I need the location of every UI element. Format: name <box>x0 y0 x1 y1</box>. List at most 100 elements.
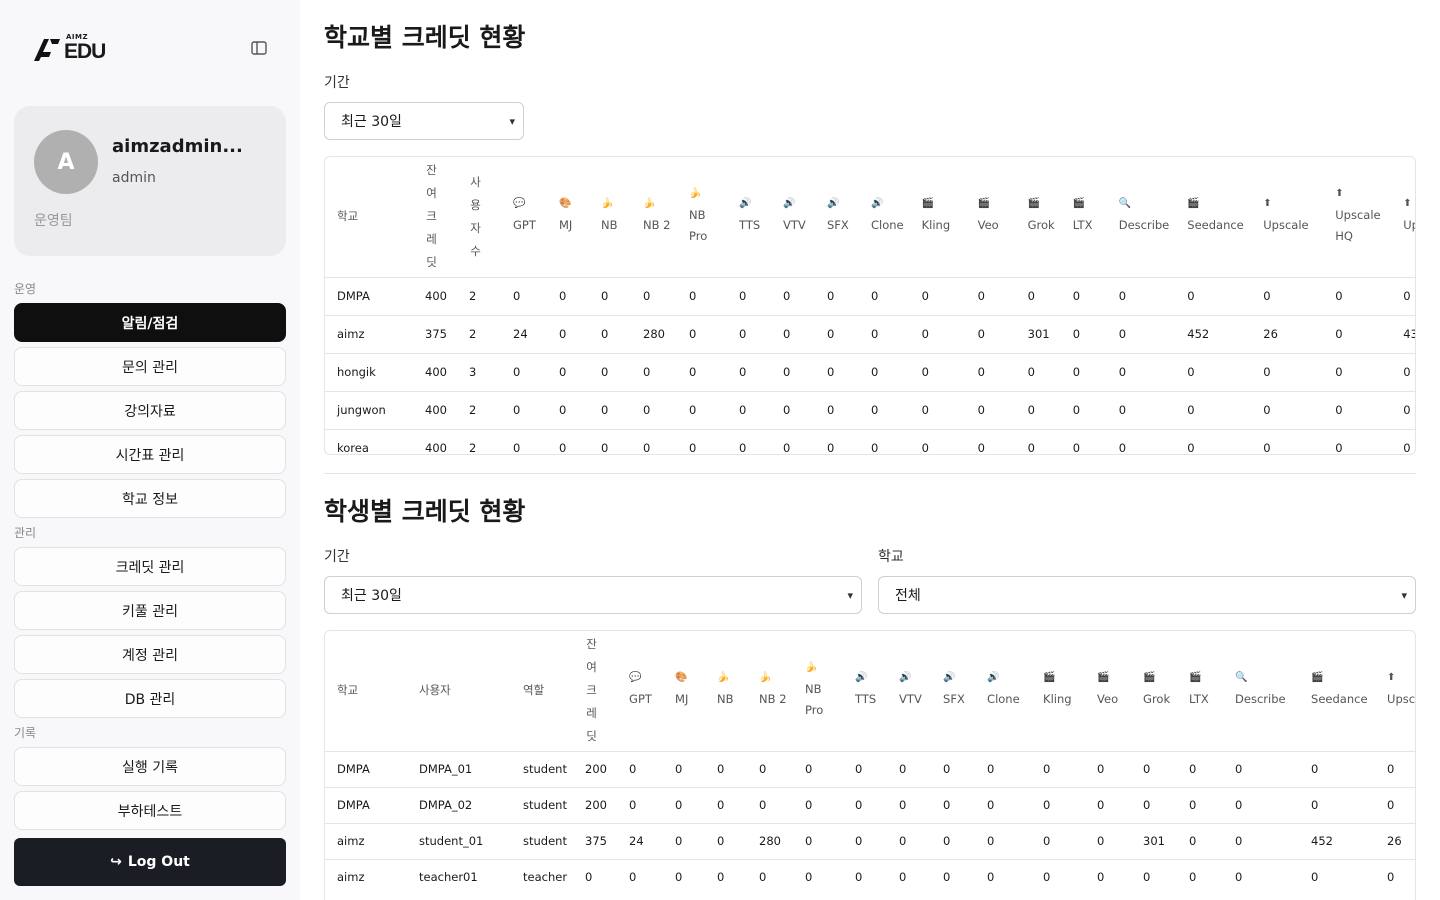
table-cell: 0 <box>1015 352 1061 391</box>
column-header-label: 잔여크레딧 <box>426 163 437 270</box>
column-header: 💬 GPT <box>501 157 547 277</box>
student-period-select[interactable]: 최근 30일 ▾ <box>324 576 862 614</box>
table-cell: 0 <box>663 858 706 895</box>
nav-section-label-log: 기록 <box>14 726 37 740</box>
table-row[interactable]: aimz student_01 student 375 24 0 0 280 0 0 0 0 0 0 0 30… <box>325 822 1415 859</box>
school-table: 학교 잔여크레딧 사용자수 💬 GPT 🎨 MJ 🍌 NB 🍌 NB 2 🍌 NB Pro 🔊 TTS 🔊 VT… <box>325 157 1415 454</box>
column-header-label: Kling <box>921 218 951 233</box>
table-cell: 0 <box>589 390 631 429</box>
table-row[interactable]: DMPA DMPA_02 student 200 0 0 0 0 0 0 0 0 0 0 0 0 0 0 0 0 <box>325 786 1415 823</box>
table-cell: DMPA <box>325 750 407 787</box>
table-cell: hongik <box>325 352 413 391</box>
table-cell: 0 <box>1391 352 1415 391</box>
column-icon: 🔍 <box>1235 672 1248 684</box>
column-header: 🍌 NB <box>589 157 631 277</box>
table-cell: 0 <box>843 822 888 859</box>
table-cell: 0 <box>1060 428 1107 454</box>
table-cell: 0 <box>677 314 727 353</box>
nav-item-keypool[interactable]: 키풀 관리 <box>14 591 286 630</box>
school-table-header: 학교 잔여크레딧 사용자수 💬 GPT 🎨 MJ 🍌 NB 🍌 NB 2 🍌 NB Pro 🔊 TTS 🔊 VT… <box>325 157 1415 277</box>
main-content: 학교별 크레딧 현황 기간 최근 30일 ▾ 학교 잔여크레딧 사용자수 💬 GPT 🎨 M… <box>324 0 1416 900</box>
table-cell: 0 <box>815 314 859 353</box>
table-cell: 0 <box>771 314 815 353</box>
table-row[interactable]: aimz3752240028000000003010045226043 <box>325 314 1415 353</box>
nav-item-load-test[interactable]: 부하테스트 <box>14 791 286 830</box>
table-cell: 0 <box>547 428 589 454</box>
table-row[interactable]: jungwon 400 2 0 0 0 0 0 0 0 0 0 0 0 0 0 0 0 0 0 0 <box>325 390 1415 429</box>
table-cell: DMPA_01 <box>407 750 511 787</box>
table-cell: 0 <box>887 786 932 823</box>
table-cell: 0 <box>859 314 910 353</box>
table-cell: 200 <box>573 786 618 823</box>
school-period-select[interactable]: 최근 30일 ▾ <box>324 102 524 140</box>
table-cell: 0 <box>931 822 976 859</box>
table-cell: 0 <box>1251 390 1324 429</box>
student-table: 학교 사용자 역할 잔여크레딧 💬 GPT 🎨 MJ 🍌 NB 🍌 NB 2 🍌 NB Pro 🔊 TTS 🔊 V… <box>325 631 1416 895</box>
column-icon: 💬 <box>629 672 642 684</box>
table-cell: 0 <box>909 352 966 391</box>
table-cell: 2 <box>457 314 501 353</box>
column-header-label: Veo <box>977 218 999 233</box>
column-header-label: TTS <box>855 692 877 707</box>
student-credit-table: 학교 사용자 역할 잔여크레딧 💬 GPT 🎨 MJ 🍌 NB 🍌 NB 2 🍌 NB Pro 🔊 TTS 🔊 V… <box>324 630 1416 900</box>
nav-section-label-manage: 관리 <box>14 526 37 540</box>
nav-item-db[interactable]: DB 관리 <box>14 679 286 718</box>
table-row[interactable]: DMPA 400 2 0 0 0 0 0 0 0 0 0 0 0 0 0 0 0 0 0 0 <box>325 276 1415 315</box>
table-cell: 0 <box>1251 352 1324 391</box>
sidebar-toggle-icon[interactable] <box>250 39 268 57</box>
nav-item-inquiry[interactable]: 문의 관리 <box>14 347 286 386</box>
table-cell: 0 <box>1015 276 1061 315</box>
table-cell: 0 <box>793 858 844 895</box>
student-school-select[interactable]: 전체 ▾ <box>878 576 1416 614</box>
table-cell: 0 <box>1031 822 1086 859</box>
table-cell: 0 <box>859 428 910 454</box>
avatar: A <box>34 130 98 194</box>
table-cell: 0 <box>727 352 771 391</box>
student-table-header: 학교 사용자 역할 잔여크레딧 💬 GPT 🎨 MJ 🍌 NB 🍌 NB 2 🍌 NB Pro 🔊 TTS 🔊 V… <box>325 631 1416 751</box>
column-header: 역할 <box>511 631 573 751</box>
column-header-label: MJ <box>559 218 573 233</box>
table-cell: 0 <box>677 428 727 454</box>
profile-role: admin <box>112 170 156 186</box>
nav-item-notice[interactable]: 알림/점검 <box>14 303 286 342</box>
column-header: 🎬 Kling <box>1031 631 1085 751</box>
table-cell: 0 <box>677 390 727 429</box>
table-cell: 0 <box>843 858 888 895</box>
table-cell: 0 <box>589 428 631 454</box>
column-header-label: VTV <box>783 218 806 233</box>
table-cell: 0 <box>1223 750 1300 787</box>
table-cell: 0 <box>1323 276 1392 315</box>
table-cell: 2 <box>457 276 501 315</box>
nav-item-credit[interactable]: 크레딧 관리 <box>14 547 286 586</box>
table-cell: 0 <box>631 352 677 391</box>
nav-item-account[interactable]: 계정 관리 <box>14 635 286 674</box>
table-row[interactable]: aimz teacher01 teacher 0 0 0 0 0 0 0 0 0 0 0 0 0 0 0 0 0 <box>325 858 1415 895</box>
chevron-down-icon: ▾ <box>1401 588 1407 602</box>
table-cell: 0 <box>931 858 976 895</box>
logo-big-text: EDU <box>64 40 106 63</box>
app-logo[interactable]: AIMZ EDU <box>32 34 106 63</box>
table-cell: 0 <box>815 390 859 429</box>
logout-icon: ↪ <box>110 854 122 870</box>
column-header-label: Upscal <box>1387 692 1416 707</box>
nav-item-run-log[interactable]: 실행 기록 <box>14 747 286 786</box>
table-cell: 0 <box>747 750 794 787</box>
table-row[interactable]: DMPA DMPA_01 student 200 0 0 0 0 0 0 0 0 0 0 0 0 0 0 0 0 <box>325 750 1415 787</box>
nav-item-timetable[interactable]: 시간표 관리 <box>14 435 286 474</box>
student-period-value: 최근 30일 <box>341 588 402 604</box>
table-row[interactable]: hongik 400 3 0 0 0 0 0 0 0 0 0 0 0 0 0 0 0 0 0 0 <box>325 352 1415 391</box>
column-header-label: LTX <box>1072 218 1093 233</box>
nav-item-materials[interactable]: 강의자료 <box>14 391 286 430</box>
nav-item-school-info[interactable]: 학교 정보 <box>14 479 286 518</box>
table-cell: 0 <box>815 428 859 454</box>
table-cell: 0 <box>1299 858 1376 895</box>
table-cell: 0 <box>747 786 794 823</box>
table-cell: 0 <box>771 352 815 391</box>
table-row[interactable]: korea 400 2 0 0 0 0 0 0 0 0 0 0 0 0 0 0 0 0 0 0 <box>325 428 1415 454</box>
column-header-label: 사용자 <box>419 683 451 698</box>
logout-button[interactable]: ↪ Log Out <box>14 838 286 886</box>
column-icon: 💬 <box>513 198 526 210</box>
table-cell: 0 <box>1177 750 1224 787</box>
column-icon: 🔊 <box>987 672 1000 684</box>
school-period-label: 기간 <box>324 75 350 91</box>
